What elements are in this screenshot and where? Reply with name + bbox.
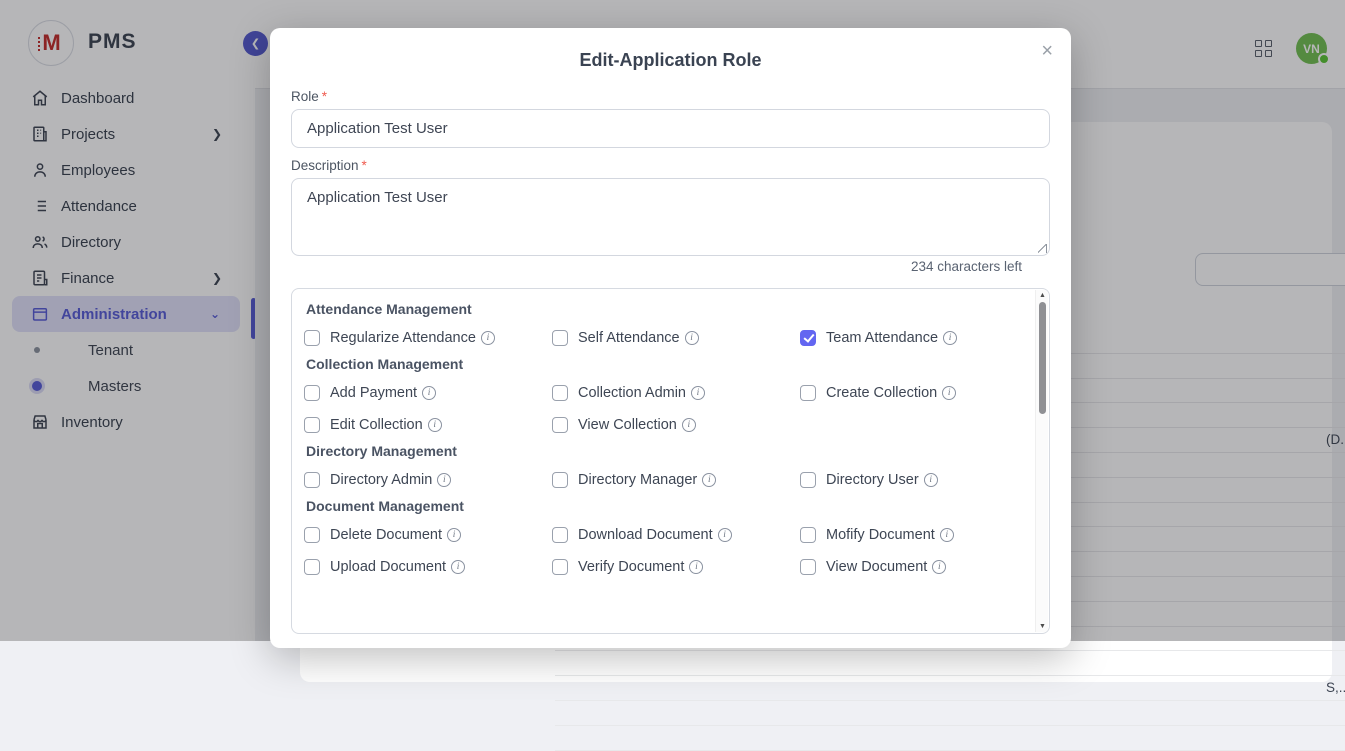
info-icon[interactable]: i [447, 528, 461, 542]
table-row [555, 726, 1345, 751]
checkbox[interactable] [552, 527, 568, 543]
checkbox[interactable] [552, 330, 568, 346]
permission-item: Directory Admin i [304, 471, 552, 488]
info-icon[interactable]: i [685, 331, 699, 345]
permission-item: Self Attendance i [552, 329, 800, 346]
permission-label: Collection Admin [578, 385, 686, 401]
required-asterisk: * [362, 158, 367, 173]
permission-group-title: Collection Management [306, 356, 1022, 372]
permission-item: Delete Document i [304, 526, 552, 543]
role-input[interactable] [291, 109, 1050, 148]
scroll-down-icon[interactable]: ▼ [1036, 623, 1049, 630]
checkbox[interactable] [304, 330, 320, 346]
permissions-panel: Attendance Management Regularize Attendan… [291, 288, 1050, 634]
permission-item: Collection Admin i [552, 384, 800, 401]
permission-label: View Document [826, 559, 927, 575]
table-row [555, 701, 1345, 726]
checkbox[interactable] [552, 417, 568, 433]
permission-item: Upload Document i [304, 558, 552, 575]
permission-item: View Collection i [552, 416, 800, 433]
permission-label: Directory User [826, 472, 919, 488]
permission-group: Collection ManagementAdd PaymentiCollect… [304, 356, 1022, 433]
permission-item: Directory User i [800, 471, 1020, 488]
checkbox-checked[interactable] [800, 330, 816, 346]
info-icon[interactable]: i [437, 473, 451, 487]
close-icon[interactable]: × [1037, 36, 1057, 67]
info-icon[interactable]: i [451, 560, 465, 574]
permission-label: Mofify Document [826, 527, 935, 543]
checkbox[interactable] [800, 559, 816, 575]
modal-title: Edit-Application Role [270, 50, 1071, 71]
checkbox[interactable] [800, 527, 816, 543]
role-label: Role* [291, 89, 327, 104]
checkbox[interactable] [800, 385, 816, 401]
scroll-up-icon[interactable]: ▲ [1036, 292, 1049, 299]
permission-group-title: Directory Management [306, 443, 1022, 459]
permission-group: Attendance Management Regularize Attendan… [304, 301, 1022, 346]
info-icon[interactable]: i [481, 331, 495, 345]
permission-item: Add Payment i [304, 384, 552, 401]
permissions-scrollbar[interactable]: ▲ ▼ [1035, 290, 1048, 632]
info-icon[interactable]: i [932, 560, 946, 574]
permission-label: Upload Document [330, 559, 446, 575]
permissions-list: Attendance Management Regularize Attendan… [304, 295, 1022, 585]
permission-label: Directory Admin [330, 472, 432, 488]
checkbox[interactable] [552, 472, 568, 488]
edit-application-role-modal: Edit-Application Role × Role* Descriptio… [270, 28, 1071, 648]
info-icon[interactable]: i [702, 473, 716, 487]
checkbox[interactable] [304, 527, 320, 543]
permission-label: Directory Manager [578, 472, 697, 488]
permission-group-title: Attendance Management [306, 301, 1022, 317]
table-row: S,... [555, 676, 1345, 701]
permission-item: Team Attendance i [800, 329, 1020, 346]
permission-label: View Collection [578, 417, 677, 433]
row-text: S,... [1326, 680, 1345, 695]
permission-label: Self Attendance [578, 330, 680, 346]
permission-group: Directory ManagementDirectory AdminiDire… [304, 443, 1022, 488]
permission-group-title: Document Management [306, 498, 1022, 514]
info-icon[interactable]: i [428, 418, 442, 432]
permission-group: Document ManagementDelete DocumentiDownl… [304, 498, 1022, 575]
checkbox[interactable] [304, 385, 320, 401]
checkbox[interactable] [552, 385, 568, 401]
permission-label: Add Payment [330, 385, 417, 401]
permission-item: Create Collection i [800, 384, 1020, 401]
checkbox[interactable] [552, 559, 568, 575]
info-icon[interactable]: i [924, 473, 938, 487]
info-icon[interactable]: i [691, 386, 705, 400]
info-icon[interactable]: i [940, 528, 954, 542]
info-icon[interactable]: i [689, 560, 703, 574]
info-icon[interactable]: i [422, 386, 436, 400]
info-icon[interactable]: i [682, 418, 696, 432]
permission-item: Edit Collection i [304, 416, 552, 433]
checkbox[interactable] [304, 559, 320, 575]
checkbox[interactable] [304, 472, 320, 488]
permission-item: Directory Manager i [552, 471, 800, 488]
permission-item: View Document i [800, 558, 1020, 575]
info-icon[interactable]: i [943, 331, 957, 345]
permission-label: Download Document [578, 527, 713, 543]
permission-label: Create Collection [826, 385, 937, 401]
checkbox[interactable] [800, 472, 816, 488]
permission-label: Team Attendance [826, 330, 938, 346]
characters-left-counter: 234 characters left [911, 259, 1022, 274]
description-label: Description* [291, 158, 367, 173]
permission-item: Regularize Attendance i [304, 329, 552, 346]
permission-item: Verify Document i [552, 558, 800, 575]
description-textarea[interactable]: Application Test User [291, 178, 1050, 256]
scrollbar-thumb[interactable] [1039, 302, 1046, 414]
permission-label: Delete Document [330, 527, 442, 543]
permission-label: Regularize Attendance [330, 330, 476, 346]
permission-label: Verify Document [578, 559, 684, 575]
required-asterisk: * [322, 89, 327, 104]
permission-label: Edit Collection [330, 417, 423, 433]
permission-item: Mofify Document i [800, 526, 1020, 543]
table-row [555, 651, 1345, 676]
info-icon[interactable]: i [942, 386, 956, 400]
info-icon[interactable]: i [718, 528, 732, 542]
checkbox[interactable] [304, 417, 320, 433]
permission-item: Download Document i [552, 526, 800, 543]
